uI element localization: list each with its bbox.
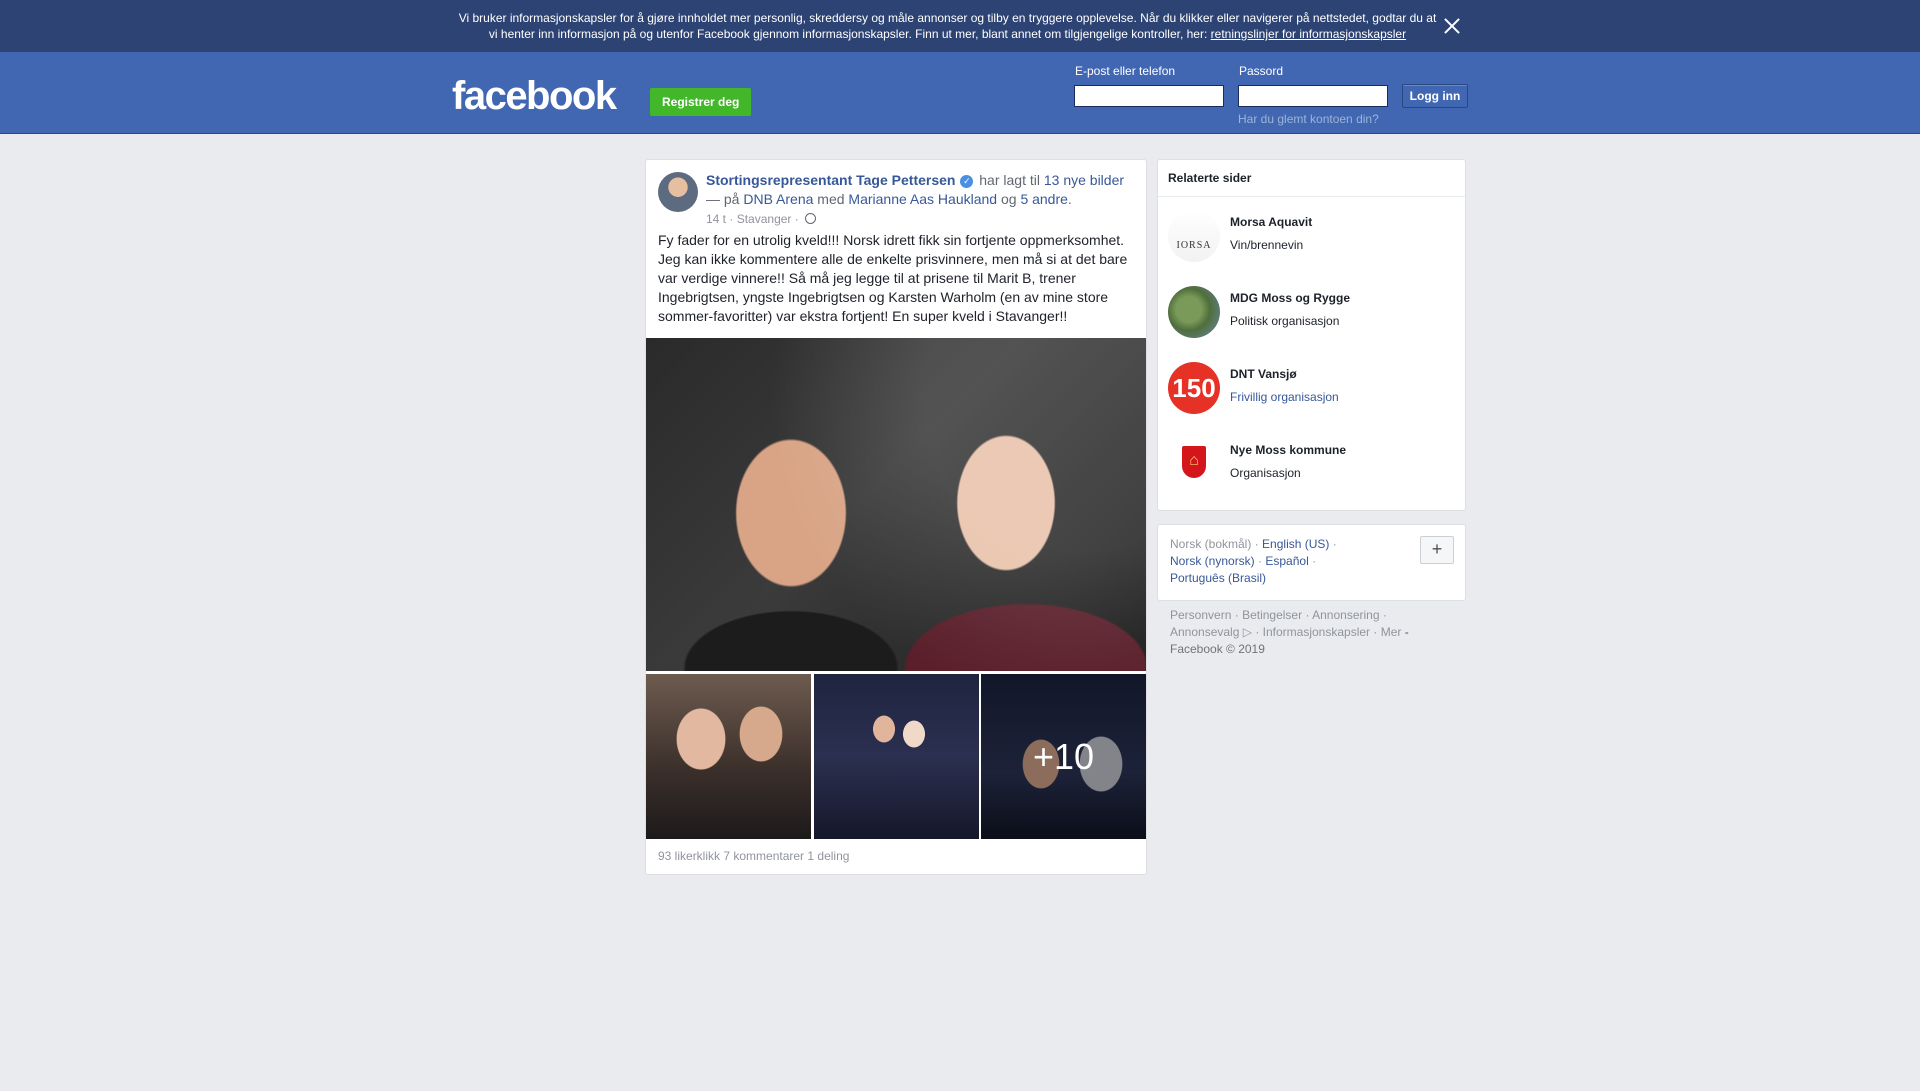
- dash-on-text: — på: [706, 191, 740, 207]
- header-bar: facebook Registrer deg E-post eller tele…: [0, 52, 1920, 134]
- footer-link-adchoices[interactable]: Annonsevalg: [1170, 625, 1239, 639]
- related-page-name[interactable]: Nye Moss kommune: [1230, 443, 1346, 457]
- cookie-banner-text: Vi bruker informasjonskapsler for å gjør…: [455, 10, 1440, 42]
- related-page-name[interactable]: MDG Moss og Rygge: [1230, 291, 1350, 305]
- location-link[interactable]: Stavanger: [737, 212, 792, 226]
- photos-link[interactable]: 13 nye bilder: [1044, 172, 1124, 188]
- related-page-item[interactable]: 150 DNT Vansjø Frivillig organisasjon: [1168, 362, 1458, 418]
- author-link[interactable]: Stortingsrepresentant Tage Pettersen: [706, 172, 955, 188]
- lang-separator: ·: [1332, 537, 1337, 551]
- lang-separator: ·: [1254, 537, 1259, 551]
- footer-separator: ·: [1255, 625, 1260, 639]
- post-text: Fy fader for en utrolig kveld!!! Norsk i…: [658, 232, 1128, 324]
- with-text: med: [817, 191, 845, 207]
- moss-coat-of-arms[interactable]: ⌂: [1168, 438, 1220, 490]
- password-field[interactable]: [1238, 85, 1388, 107]
- author-avatar[interactable]: [658, 172, 698, 212]
- cookie-policy-link[interactable]: retningslinjer for informasjonskapsler: [1211, 27, 1406, 41]
- email-field[interactable]: [1074, 85, 1224, 107]
- related-page-item[interactable]: MDG Moss og Rygge Politisk organisasjon: [1168, 286, 1458, 342]
- lang-separator: ·: [1258, 554, 1263, 568]
- adchoices-icon: ▷: [1242, 625, 1252, 639]
- mdg-photo[interactable]: [1168, 286, 1220, 338]
- post-photo-main[interactable]: [646, 338, 1146, 671]
- meta-separator-2: ·: [794, 212, 799, 226]
- footer-link-cookies[interactable]: Informasjonskapsler: [1263, 625, 1370, 639]
- footer-link-advertising[interactable]: Annonsering: [1312, 608, 1379, 622]
- comments-count[interactable]: 7 kommentarer: [723, 849, 804, 863]
- related-page-item[interactable]: IORSA Morsa Aquavit Vin/brennevin: [1168, 210, 1458, 266]
- login-button[interactable]: Logg inn: [1402, 84, 1468, 108]
- footer-link-privacy[interactable]: Personvern: [1170, 608, 1231, 622]
- more-photos-count: +10: [981, 674, 1146, 839]
- morsa-logo[interactable]: IORSA: [1168, 210, 1220, 262]
- likes-count[interactable]: 93 likerklikk: [658, 849, 720, 863]
- and-text: og: [1000, 191, 1017, 207]
- meta-separator: ·: [729, 212, 734, 226]
- related-page-name[interactable]: DNT Vansjø: [1230, 367, 1297, 381]
- related-page-category: Organisasjon: [1230, 466, 1301, 480]
- facebook-logo[interactable]: facebook: [452, 74, 617, 119]
- post-photo-thumb-more[interactable]: +10: [981, 674, 1146, 839]
- related-page-category-link[interactable]: Frivillig organisasjon: [1230, 390, 1339, 404]
- footer-dash: -: [1404, 625, 1409, 639]
- related-page-name[interactable]: Morsa Aquavit: [1230, 215, 1312, 229]
- language-option[interactable]: Español: [1265, 554, 1308, 568]
- post-header: Stortingsrepresentant Tage Pettersen ✓ h…: [706, 171, 1126, 209]
- tagged-person-link[interactable]: Marianne Aas Haukland: [848, 191, 997, 207]
- dnt-logo[interactable]: 150: [1168, 362, 1220, 414]
- place-link[interactable]: DNB Arena: [743, 191, 813, 207]
- post-meta: 14 t · Stavanger ·: [706, 212, 817, 226]
- action-text: har lagt til: [979, 172, 1040, 188]
- more-languages-button[interactable]: +: [1420, 536, 1454, 564]
- close-icon[interactable]: [1442, 16, 1462, 36]
- footer-separator: ·: [1373, 625, 1378, 639]
- footer-link-terms[interactable]: Betingelser: [1242, 608, 1302, 622]
- lang-separator: ·: [1312, 554, 1317, 568]
- footer-separator: ·: [1234, 608, 1239, 622]
- post-card: Stortingsrepresentant Tage Pettersen ✓ h…: [645, 159, 1147, 875]
- cookie-banner: Vi bruker informasjonskapsler for å gjør…: [0, 0, 1920, 52]
- copyright: Facebook © 2019: [1170, 642, 1265, 656]
- password-label: Passord: [1239, 64, 1284, 78]
- period-text: .: [1067, 191, 1072, 207]
- related-page-category: Politisk organisasjon: [1230, 314, 1340, 328]
- related-page-category: Vin/brennevin: [1230, 238, 1304, 252]
- language-option[interactable]: Norsk (nynorsk): [1170, 554, 1255, 568]
- shield-icon: ⌂: [1182, 446, 1206, 478]
- post-photo-thumb[interactable]: [646, 674, 811, 839]
- footer: Personvern · Betingelser · Annonsering ·…: [1170, 607, 1460, 658]
- footer-separator: ·: [1305, 608, 1310, 622]
- verified-badge-icon: ✓: [960, 175, 974, 188]
- post-photo-thumb[interactable]: [814, 674, 979, 839]
- forgot-account-link[interactable]: Har du glemt kontoen din?: [1238, 112, 1379, 126]
- footer-link-more[interactable]: Mer: [1381, 625, 1402, 639]
- email-label: E-post eller telefon: [1075, 64, 1176, 78]
- globe-icon: [805, 213, 817, 224]
- morsa-logo-text: IORSA: [1176, 240, 1212, 251]
- language-list: Norsk (bokmål) · English (US) · Norsk (n…: [1170, 536, 1370, 587]
- language-option[interactable]: English (US): [1262, 537, 1329, 551]
- language-option[interactable]: Português (Brasil): [1170, 571, 1266, 585]
- related-pages-title: Relaterte sider: [1158, 160, 1465, 197]
- timestamp-link[interactable]: 14 t: [706, 212, 726, 226]
- shares-count[interactable]: 1 deling: [807, 849, 849, 863]
- current-language: Norsk (bokmål): [1170, 537, 1252, 551]
- related-page-item[interactable]: ⌂ Nye Moss kommune Organisasjon: [1168, 438, 1458, 494]
- post-stats: 93 likerklikk 7 kommentarer 1 deling: [658, 849, 849, 863]
- register-button[interactable]: Registrer deg: [650, 88, 752, 116]
- others-link[interactable]: 5 andre: [1020, 191, 1067, 207]
- related-pages-box: Relaterte sider IORSA Morsa Aquavit Vin/…: [1157, 159, 1466, 511]
- language-selector: Norsk (bokmål) · English (US) · Norsk (n…: [1157, 524, 1466, 601]
- footer-separator: ·: [1382, 608, 1387, 622]
